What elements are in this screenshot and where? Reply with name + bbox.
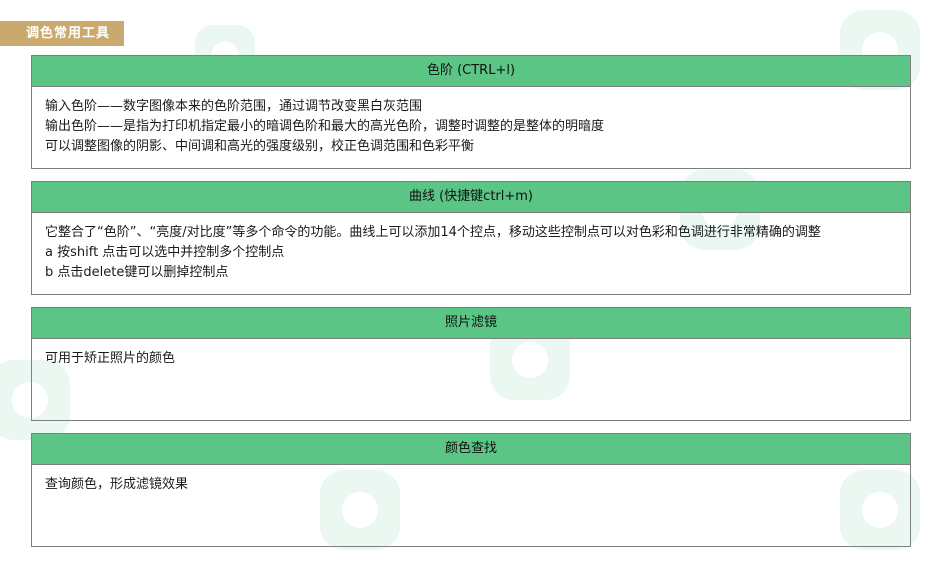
card-line: b 点击delete键可以删掉控制点 xyxy=(45,265,229,280)
section-tag: 调色常用工具 xyxy=(0,21,125,46)
card-title: 照片滤镜 xyxy=(32,308,910,339)
card-line: 查询颜色，形成滤镜效果 xyxy=(45,477,189,492)
card-levels: 色阶 (CTRL+l) 输入色阶——数字图像本来的色阶范围，通过调节改变黑白灰范… xyxy=(31,55,911,169)
card-body: 输入色阶——数字图像本来的色阶范围，通过调节改变黑白灰范围 输出色阶——是指为打… xyxy=(32,87,910,157)
card-line: 它整合了“色阶”、“亮度/对比度”等多个命令的功能。曲线上可以添加14个控点，移… xyxy=(45,225,821,240)
card-body: 可用于矫正照片的颜色 xyxy=(32,339,910,369)
card-line: a 按shift 点击可以选中并控制多个控制点 xyxy=(45,245,285,260)
card-photo-filter: 照片滤镜 可用于矫正照片的颜色 xyxy=(31,307,911,421)
card-color-lookup: 颜色查找 查询颜色，形成滤镜效果 xyxy=(31,433,911,547)
card-line: 输出色阶——是指为打印机指定最小的暗调色阶和最大的高光色阶，调整时调整的是整体的… xyxy=(45,119,605,134)
card-line: 可用于矫正照片的颜色 xyxy=(45,351,176,366)
card-curves: 曲线 (快捷键ctrl+m) 它整合了“色阶”、“亮度/对比度”等多个命令的功能… xyxy=(31,181,911,295)
card-body: 它整合了“色阶”、“亮度/对比度”等多个命令的功能。曲线上可以添加14个控点，移… xyxy=(32,213,910,283)
card-title: 颜色查找 xyxy=(32,434,910,465)
card-title: 色阶 (CTRL+l) xyxy=(32,56,910,87)
card-line: 输入色阶——数字图像本来的色阶范围，通过调节改变黑白灰范围 xyxy=(45,99,423,114)
card-title: 曲线 (快捷键ctrl+m) xyxy=(32,182,910,213)
card-body: 查询颜色，形成滤镜效果 xyxy=(32,465,910,495)
card-line: 可以调整图像的阴影、中间调和高光的强度级别，校正色调范围和色彩平衡 xyxy=(45,139,475,154)
